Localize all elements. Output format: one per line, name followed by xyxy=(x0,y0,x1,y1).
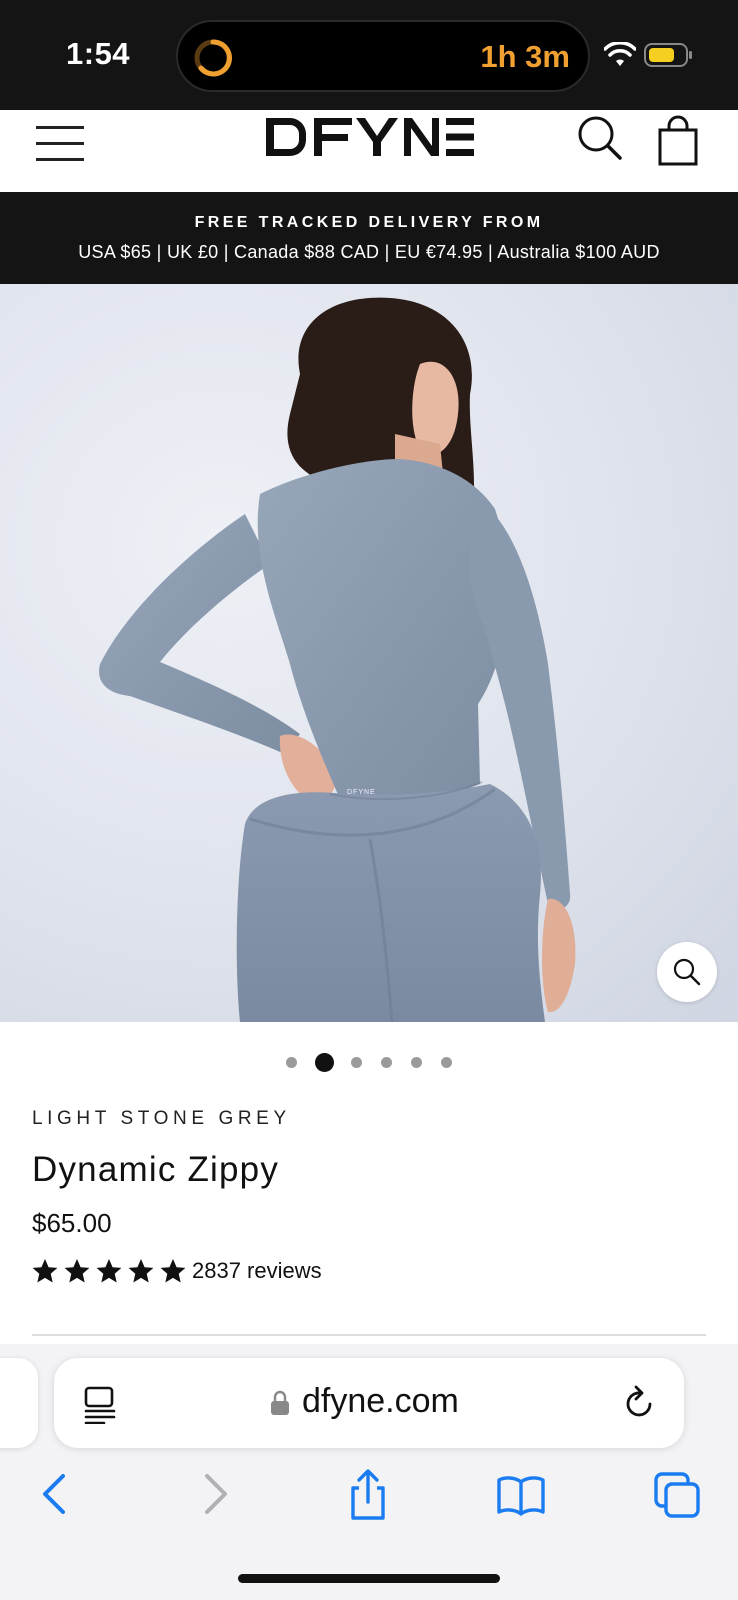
status-bar: 1:54 1h 3m xyxy=(0,0,738,110)
review-count[interactable]: 2837 reviews xyxy=(192,1258,322,1284)
svg-text:DFYNE: DFYNE xyxy=(347,789,376,796)
shipping-banner[interactable]: FREE TRACKED DELIVERY FROM USA $65 | UK … xyxy=(0,192,738,284)
star-icon xyxy=(160,1259,186,1283)
carousel-dot-3[interactable] xyxy=(351,1057,362,1068)
magnifier-icon xyxy=(673,958,701,986)
banner-details: USA $65 | UK £0 | Canada $88 CAD | EU €7… xyxy=(78,242,660,262)
product-image[interactable]: DFYNE xyxy=(0,284,738,1022)
search-icon[interactable] xyxy=(576,114,624,162)
live-activity-timer: 1h 3m xyxy=(480,39,570,74)
carousel-dot-5[interactable] xyxy=(411,1057,422,1068)
banner-heading: FREE TRACKED DELIVERY FROM xyxy=(194,214,544,231)
star-icon xyxy=(96,1259,122,1283)
lock-icon xyxy=(271,1390,289,1415)
zoom-button[interactable] xyxy=(657,942,717,1002)
divider xyxy=(32,1334,706,1336)
url-text[interactable]: dfyne.com xyxy=(302,1382,459,1421)
tabs-icon[interactable] xyxy=(652,1466,702,1522)
reload-icon[interactable] xyxy=(622,1384,658,1424)
status-time: 1:54 xyxy=(66,36,131,71)
carousel-dot-1[interactable] xyxy=(286,1057,297,1068)
dynamic-island[interactable]: 1h 3m xyxy=(176,20,590,92)
back-icon[interactable] xyxy=(30,1466,80,1522)
home-indicator xyxy=(238,1574,500,1583)
carousel-dot-4[interactable] xyxy=(381,1057,392,1068)
star-icon xyxy=(64,1259,90,1283)
menu-icon[interactable] xyxy=(36,118,86,162)
bookmarks-icon[interactable] xyxy=(496,1466,546,1522)
share-icon[interactable] xyxy=(343,1466,393,1522)
carousel-dots xyxy=(0,1050,738,1074)
address-bar[interactable]: dfyne.com xyxy=(54,1358,684,1448)
reader-icon[interactable] xyxy=(82,1384,118,1424)
product-variant: LIGHT STONE GREY xyxy=(32,1108,291,1129)
product-price: $65.00 xyxy=(32,1208,112,1238)
forward-icon[interactable] xyxy=(190,1466,240,1522)
timer-ring-icon xyxy=(194,39,232,77)
battery-icon xyxy=(644,43,692,67)
product-title: Dynamic Zippy xyxy=(32,1150,280,1189)
site-header xyxy=(0,110,738,192)
rating-stars xyxy=(32,1259,186,1283)
carousel-dot-6[interactable] xyxy=(441,1057,452,1068)
dfyne-logo[interactable] xyxy=(264,114,476,160)
star-icon xyxy=(32,1259,58,1283)
carousel-dot-2-active[interactable] xyxy=(315,1053,334,1072)
previous-tab-peek[interactable] xyxy=(0,1358,38,1448)
shopping-bag-icon[interactable] xyxy=(654,114,702,166)
model-photo: DFYNE xyxy=(99,297,576,1022)
star-icon xyxy=(128,1259,154,1283)
wifi-icon xyxy=(604,42,636,66)
